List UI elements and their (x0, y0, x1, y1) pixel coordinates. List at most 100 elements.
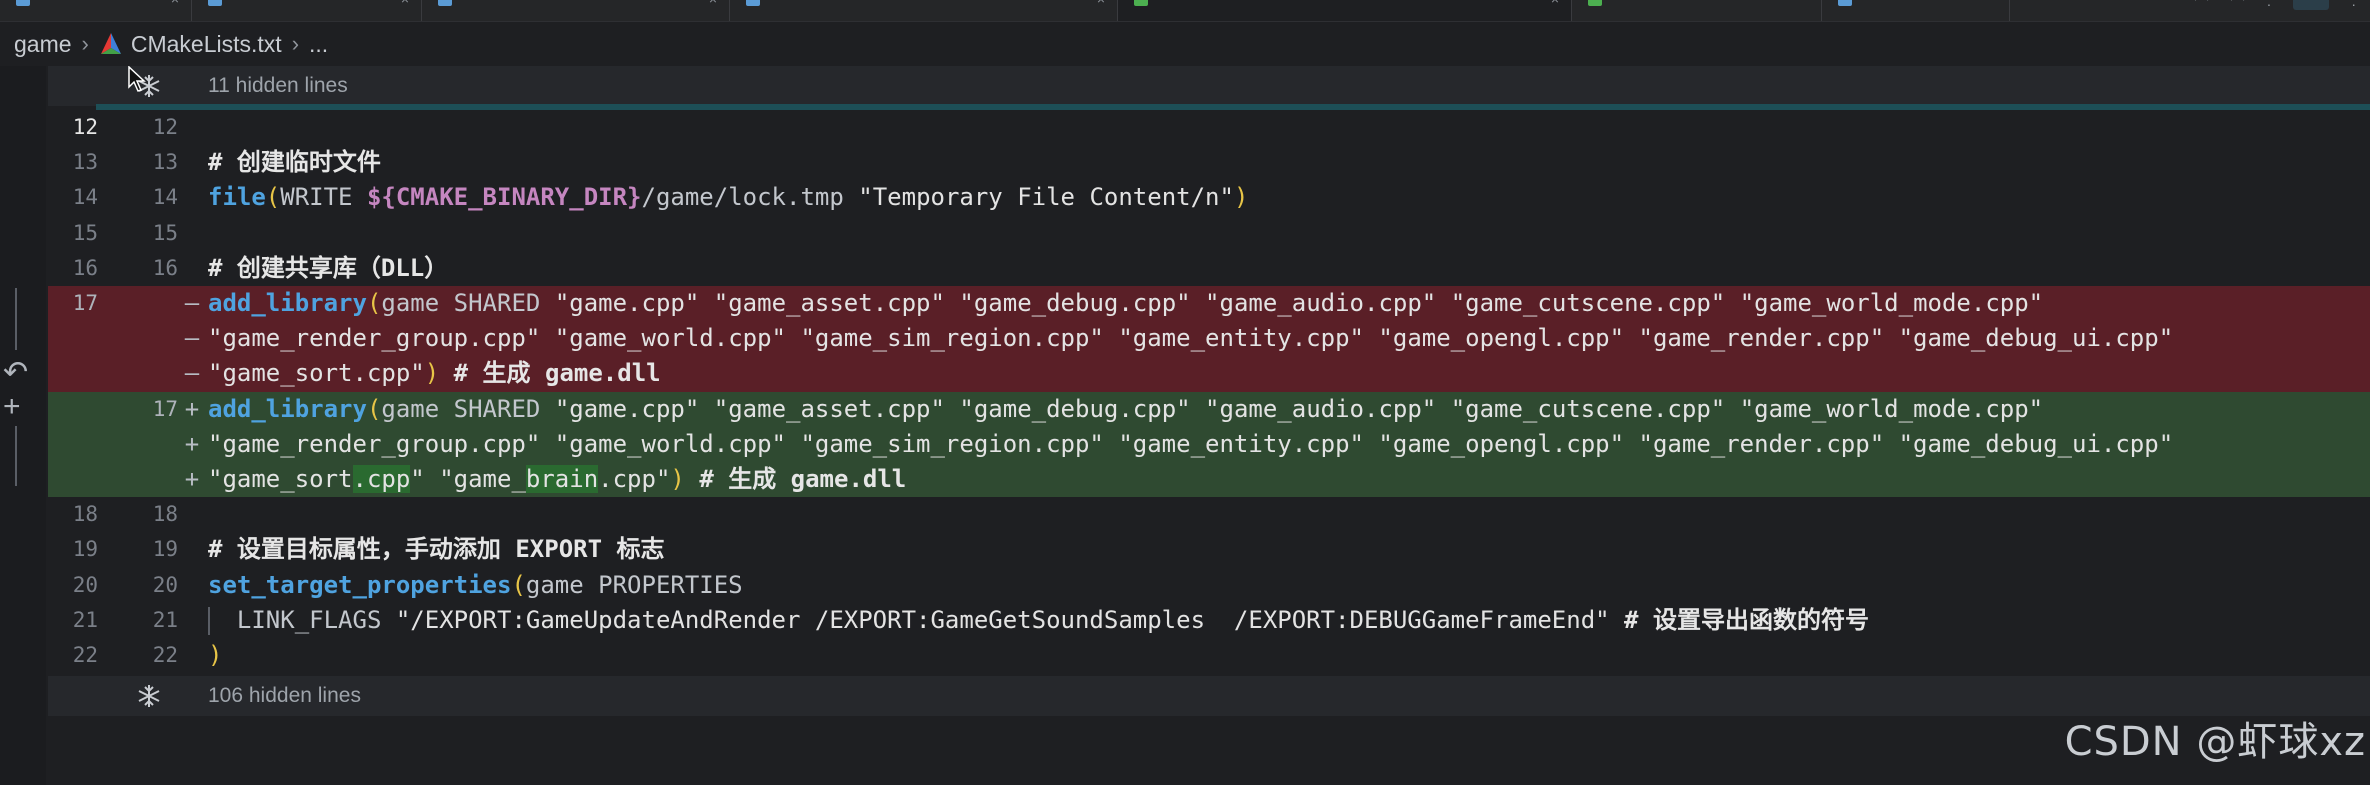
file-icon (208, 0, 222, 6)
deleted-line[interactable]: — "game_sort.cpp") # 生成 game.dll (48, 356, 2370, 392)
editor-tab[interactable]: × (730, 0, 1118, 21)
original-line-number: 18 (72, 502, 98, 527)
watermark: CSDN @虾球xz (2064, 719, 2366, 765)
line-content[interactable]: # 设置目标属性，手动添加 EXPORT 标志 (208, 532, 665, 567)
unfold-icon[interactable] (136, 683, 162, 709)
change-range-line (15, 288, 17, 350)
editor-tab[interactable]: × (0, 0, 192, 21)
code-line[interactable]: 21 21 LINK_FLAGS "/EXPORT:GameUpdateAndRe… (48, 603, 2370, 638)
line-content[interactable]: # 创建共享库（DLL） (208, 251, 448, 286)
code-line[interactable]: 16 16 # 创建共享库（DLL） (48, 251, 2370, 286)
cmake-diff-icon (1134, 0, 1148, 6)
change-range-line (15, 426, 17, 486)
original-line-number: 20 (72, 572, 98, 597)
original-line-number: 17 (72, 291, 98, 315)
file-icon (1588, 0, 1602, 6)
editor-tab[interactable]: × (192, 0, 422, 21)
file-icon (438, 0, 452, 6)
editor-tab[interactable] (1572, 0, 1822, 21)
close-icon[interactable]: × (1097, 0, 1105, 10)
modified-line-number: 22 (152, 643, 178, 667)
deleted-line[interactable]: — "game_render_group.cpp" "game_world.cpp… (48, 321, 2370, 357)
line-content[interactable]: LINK_FLAGS "/EXPORT:GameUpdateAndRender … (208, 603, 1869, 638)
stage-change-icon[interactable]: + (3, 392, 21, 422)
line-content[interactable]: # 创建临时文件 (208, 145, 381, 180)
code-line[interactable]: 20 20 set_target_properties(game PROPERTIE… (48, 568, 2370, 603)
modified-line-number: 12 (152, 115, 178, 139)
line-content[interactable]: add_library(game SHARED "game.cpp" "game… (208, 286, 2043, 321)
hidden-lines-bar-bottom[interactable]: 106 hidden lines (48, 676, 2370, 716)
code-line[interactable]: 19 19 # 设置目标属性，手动添加 EXPORT 标志 (48, 532, 2370, 567)
chevron-right-icon: › (291, 31, 300, 56)
line-content[interactable]: set_target_properties(game PROPERTIES (208, 568, 743, 603)
breadcrumb-file[interactable]: CMakeLists.txt (131, 31, 282, 58)
minus-icon: — (184, 359, 200, 388)
added-line[interactable]: + "game_sort.cpp" "game_brain.cpp") # 生成 … (48, 462, 2370, 498)
indent-guide (208, 606, 210, 635)
file-icon (16, 0, 30, 6)
line-content[interactable]: "game_render_group.cpp" "game_world.cpp"… (208, 321, 2173, 356)
revert-change-icon[interactable]: ↶ (3, 358, 28, 388)
diff-gutter-strip: ↶ + (0, 66, 46, 785)
hidden-lines-label: 106 hidden lines (208, 684, 361, 707)
mouse-cursor-icon (128, 66, 146, 92)
code-line[interactable]: 14 14 file(WRITE ${CMAKE_BINARY_DIR}/game/… (48, 180, 2370, 215)
original-line-number: 22 (72, 643, 98, 667)
plus-icon: + (184, 394, 200, 423)
line-content[interactable]: ) (208, 638, 222, 673)
modified-line-number: 19 (152, 537, 178, 562)
modified-line-number: 14 (152, 185, 178, 210)
split-editor-icon[interactable]: ⌒ (2195, 0, 2209, 10)
line-content[interactable]: "game_render_group.cpp" "game_world.cpp"… (208, 427, 2173, 462)
modified-line-number: 20 (152, 572, 178, 597)
deleted-line[interactable]: 17 — add_library(game SHARED "game.cpp" "g… (48, 286, 2370, 322)
modified-line-number: 15 (152, 220, 178, 245)
diff-editor[interactable]: ↶ + 11 hidden lines 12 12 13 13 # 创建临时文件 14 14… (0, 66, 2370, 785)
minus-icon: — (184, 289, 200, 317)
original-line-number: 14 (72, 185, 98, 210)
close-icon[interactable]: × (401, 0, 409, 10)
close-icon[interactable]: × (1551, 0, 1559, 10)
modified-line-number: 16 (152, 255, 178, 280)
plus-icon: + (184, 429, 200, 458)
modified-line-number: 18 (152, 502, 178, 527)
added-line[interactable]: 17 + add_library(game SHARED "game.cpp" "g… (48, 391, 2370, 427)
modified-line-number: 17 (152, 396, 178, 421)
editor-tab[interactable] (1822, 0, 2010, 21)
original-line-number: 12 (72, 115, 98, 139)
original-line-number: 15 (72, 220, 98, 245)
breadcrumb-more[interactable]: ... (309, 31, 328, 58)
close-icon[interactable]: × (709, 0, 717, 10)
original-line-number: 16 (72, 255, 98, 280)
file-icon (746, 0, 760, 6)
code-line[interactable]: 12 12 (48, 110, 2370, 145)
navigate-icon[interactable]: ⌒ (2231, 0, 2245, 10)
line-content[interactable]: "game_sort.cpp" "game_brain.cpp") # 生成 g… (208, 462, 906, 497)
minus-icon: — (184, 324, 200, 353)
close-icon[interactable]: × (171, 0, 179, 10)
more-actions-icon[interactable]: · (2267, 0, 2272, 10)
editor-tab[interactable]: × (422, 0, 730, 21)
cmake-icon (100, 33, 121, 54)
more-icon[interactable]: · (2351, 0, 2356, 10)
modified-line-number: 13 (152, 150, 178, 175)
code-line[interactable]: 15 15 (48, 216, 2370, 251)
code-line[interactable]: 18 18 (48, 497, 2370, 532)
original-line-number: 21 (72, 607, 98, 632)
hidden-lines-bar-top[interactable]: 11 hidden lines (48, 66, 2370, 106)
original-line-number: 13 (72, 150, 98, 175)
breadcrumb-folder[interactable]: game (14, 31, 72, 58)
code-line[interactable]: 22 22) (48, 638, 2370, 673)
editor-actions: ⌒ ⌒ · · (2195, 0, 2370, 21)
code-lines[interactable]: 12 12 13 13 # 创建临时文件 14 14 file(WRITE ${CMAKE_B… (48, 110, 2370, 676)
line-content[interactable]: "game_sort.cpp") # 生成 game.dll (208, 356, 661, 391)
line-content[interactable]: file(WRITE ${CMAKE_BINARY_DIR}/game/lock… (208, 180, 1248, 215)
toggle-inline-view-button[interactable] (2293, 0, 2330, 10)
editor-tab-bar: × × × × × ⌒ ⌒ · · (0, 0, 2370, 22)
added-line[interactable]: + "game_render_group.cpp" "game_world.cpp… (48, 426, 2370, 462)
editor-tab-active[interactable]: × (1118, 0, 1572, 21)
code-line[interactable]: 13 13 # 创建临时文件 (48, 145, 2370, 180)
line-content[interactable]: add_library(game SHARED "game.cpp" "game… (208, 392, 2043, 427)
chevron-right-icon: › (81, 31, 89, 56)
breadcrumb: game › CMakeLists.txt › ... (0, 22, 2370, 66)
